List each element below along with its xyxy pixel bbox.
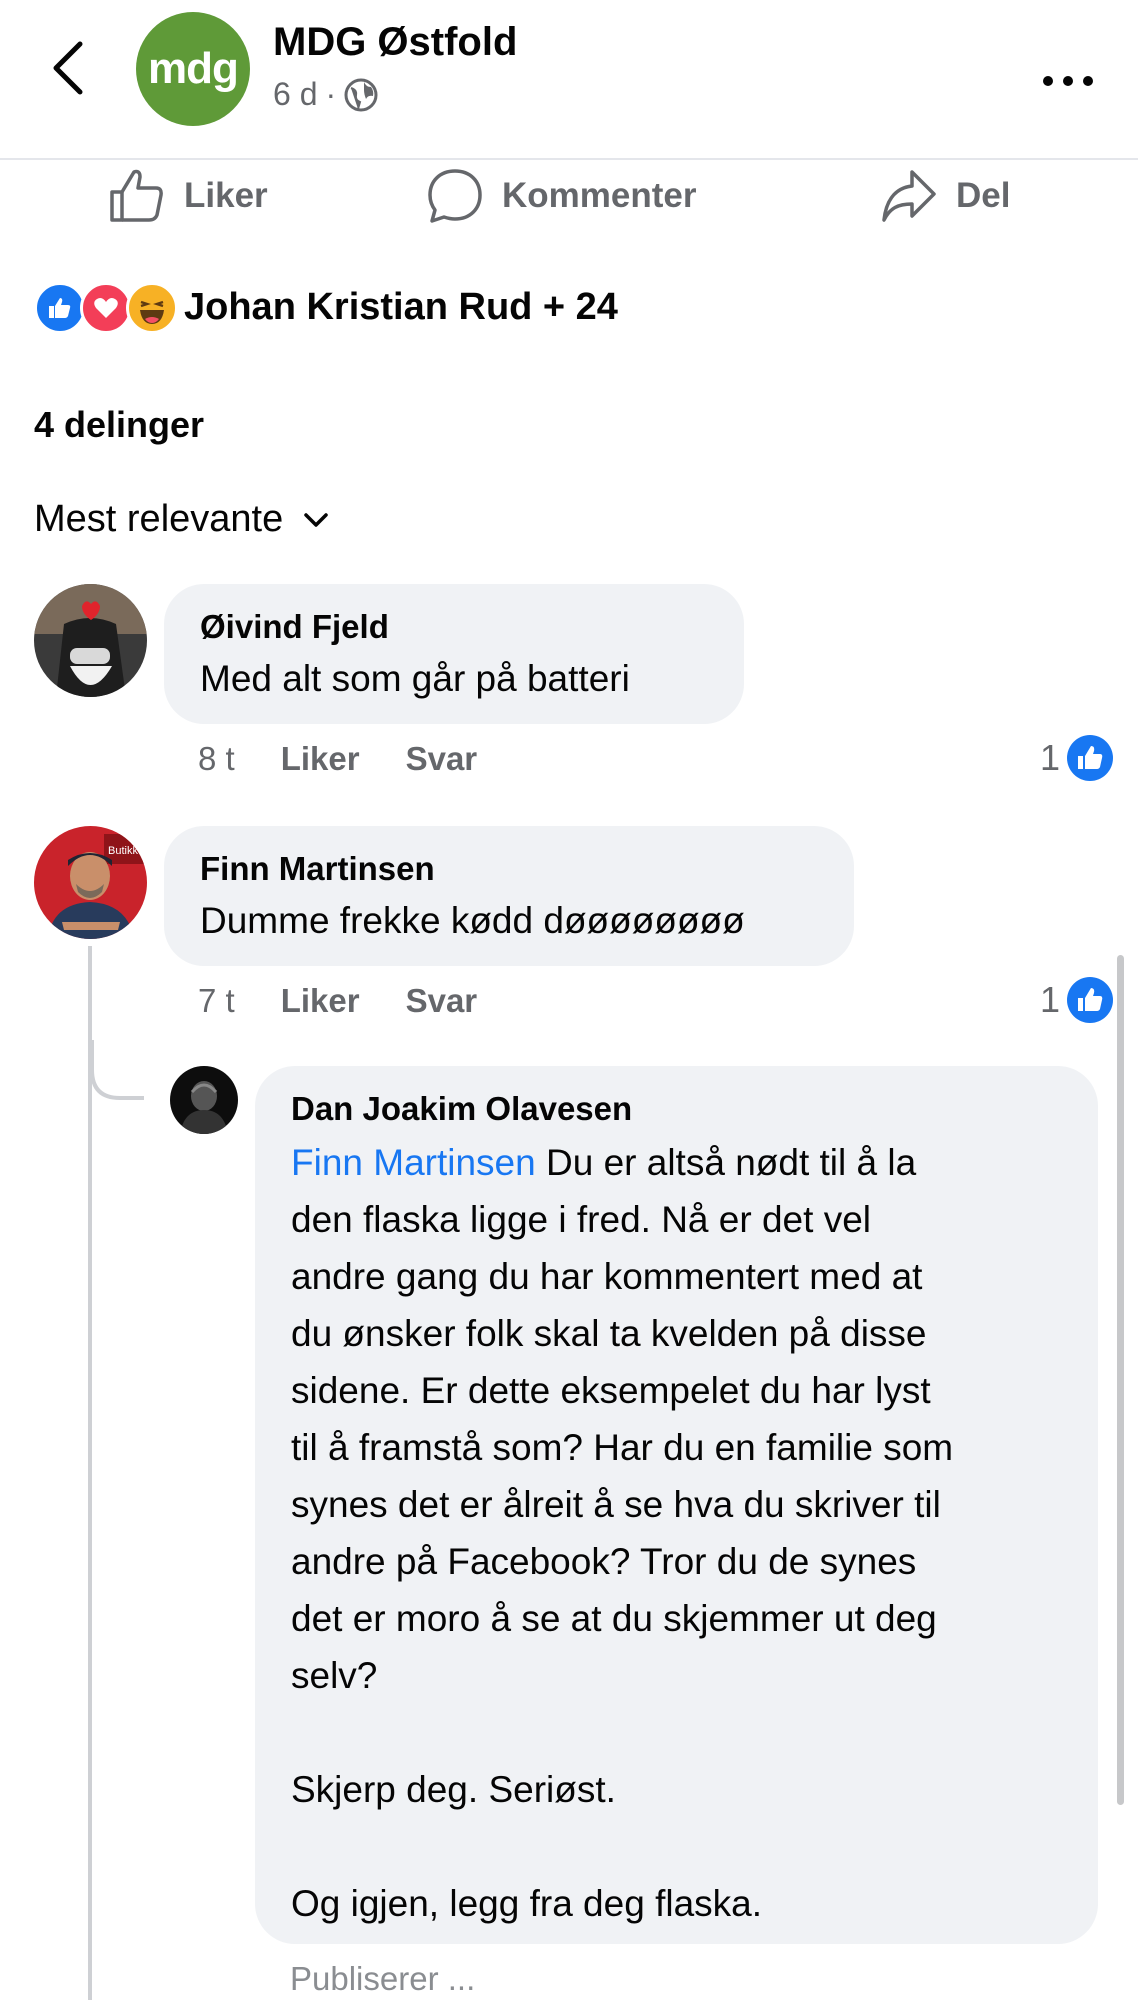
comment-like-button[interactable]: Liker	[281, 740, 360, 778]
sort-label: Mest relevante	[34, 498, 284, 540]
reply-line-text: Du er altså nødt til å la	[535, 1142, 917, 1183]
like-count-value: 1	[1039, 979, 1060, 1020]
reply-line: det er moro å se at du skjemmer ut deg	[291, 1598, 937, 1639]
user-avatar-image	[170, 1066, 238, 1134]
back-button[interactable]	[44, 38, 96, 98]
share-icon	[882, 170, 936, 222]
reactions-summary[interactable]: Johan Kristian Rud + 24	[184, 286, 618, 329]
reply-line: andre på Facebook? Tror du de synes	[291, 1541, 917, 1582]
comment-reply-button[interactable]: Svar	[406, 740, 478, 778]
avatar[interactable]: Butikk	[34, 826, 147, 939]
share-action-label: Del	[956, 176, 1011, 215]
reply-line: Og igjen, legg fra deg flaska.	[291, 1883, 763, 1924]
comment-bubble[interactable]: Finn Martinsen Dumme frekke kødd døøøøøø…	[164, 826, 854, 966]
post-header: mdg MDG Østfold 6 d ·	[0, 0, 1138, 160]
scrollbar[interactable]	[1117, 955, 1124, 1805]
mention-link[interactable]: Finn Martinsen	[291, 1142, 536, 1183]
comment-action-label: Kommenter	[502, 176, 697, 215]
comment-text: Med alt som går på batteri	[200, 658, 630, 699]
comment-meta: 8 t Liker Svar	[198, 740, 477, 778]
comment-time[interactable]: 8 t	[198, 740, 235, 778]
reply-line	[291, 1704, 1081, 1761]
reply-line: til å framstå som? Har du en familie som	[291, 1427, 954, 1468]
comment-reply-button[interactable]: Svar	[406, 982, 478, 1020]
comment-text: Dumme frekke kødd døøøøøøøø	[200, 900, 745, 941]
reply-line: andre gang du har kommentert med at	[291, 1256, 923, 1297]
reply-line: synes det er ålreit å se hva du skriver …	[291, 1484, 941, 1525]
reply-author[interactable]: Dan Joakim Olavesen	[291, 1090, 632, 1128]
comment-time[interactable]: 7 t	[198, 982, 235, 1020]
like-icon	[34, 282, 86, 334]
post-meta: 6 d ·	[273, 76, 378, 113]
comment-meta: 7 t Liker Svar	[198, 982, 477, 1020]
comment-author[interactable]: Finn Martinsen	[200, 850, 435, 888]
chevron-left-icon	[53, 41, 83, 95]
avatar[interactable]	[34, 584, 147, 697]
logo-text: mdg	[148, 44, 239, 93]
comment-sort-dropdown[interactable]: Mest relevante	[34, 498, 329, 541]
like-action-button[interactable]: Liker	[108, 166, 268, 226]
like-action-label: Liker	[184, 176, 268, 215]
comment-bubble[interactable]: Øivind Fjeld Med alt som går på batteri	[164, 584, 744, 724]
comment-like-count[interactable]: 1	[1040, 976, 1114, 1024]
reply-line	[291, 1818, 1081, 1875]
reply-line: Finn Martinsen Du er altså nødt til å la	[291, 1134, 1081, 1191]
comment-like-count[interactable]: 1	[1040, 734, 1114, 782]
more-options-button[interactable]	[1042, 48, 1094, 98]
reply-bubble[interactable]: Dan Joakim Olavesen Finn Martinsen Du er…	[255, 1066, 1098, 1944]
like-icon	[1067, 735, 1113, 781]
reply-line: den flaska ligge i fred. Nå er det vel	[291, 1199, 871, 1240]
more-icon	[1043, 76, 1093, 86]
comment-author[interactable]: Øivind Fjeld	[200, 608, 389, 646]
reply-line: Skjerp deg. Seriøst.	[291, 1769, 616, 1810]
reaction-icons[interactable]	[34, 282, 178, 334]
comment-like-button[interactable]: Liker	[281, 982, 360, 1020]
share-count[interactable]: 4 delinger	[34, 404, 204, 446]
love-icon	[80, 282, 132, 334]
post-time[interactable]: 6 d	[273, 76, 317, 113]
reply-text: Finn Martinsen Du er altså nødt til å la…	[291, 1134, 1081, 1932]
page-name[interactable]: MDG Østfold	[273, 20, 517, 65]
svg-text:Butikk: Butikk	[108, 845, 138, 857]
thread-connector	[90, 1040, 144, 1100]
reply-line: du ønsker folk skal ta kvelden på disse	[291, 1313, 927, 1354]
publishing-status: Publiserer ...	[290, 1960, 476, 1997]
page-avatar[interactable]: mdg	[136, 12, 250, 126]
reply-line: sidene. Er dette eksempelet du har lyst	[291, 1370, 931, 1411]
share-action-button[interactable]: Del	[880, 166, 1010, 226]
haha-icon	[126, 282, 178, 334]
globe-icon	[344, 78, 378, 111]
thumbs-up-icon	[110, 169, 163, 222]
chevron-down-icon	[304, 512, 328, 527]
like-count-value: 1	[1039, 737, 1060, 778]
like-icon	[1067, 977, 1113, 1023]
user-avatar-image	[34, 584, 147, 697]
comment-icon	[428, 169, 482, 223]
meta-separator: ·	[325, 76, 337, 112]
user-avatar-image: Butikk	[34, 826, 147, 939]
avatar[interactable]	[170, 1066, 238, 1134]
reply-line: selv?	[291, 1655, 378, 1696]
comment-action-button[interactable]: Kommenter	[426, 166, 696, 226]
